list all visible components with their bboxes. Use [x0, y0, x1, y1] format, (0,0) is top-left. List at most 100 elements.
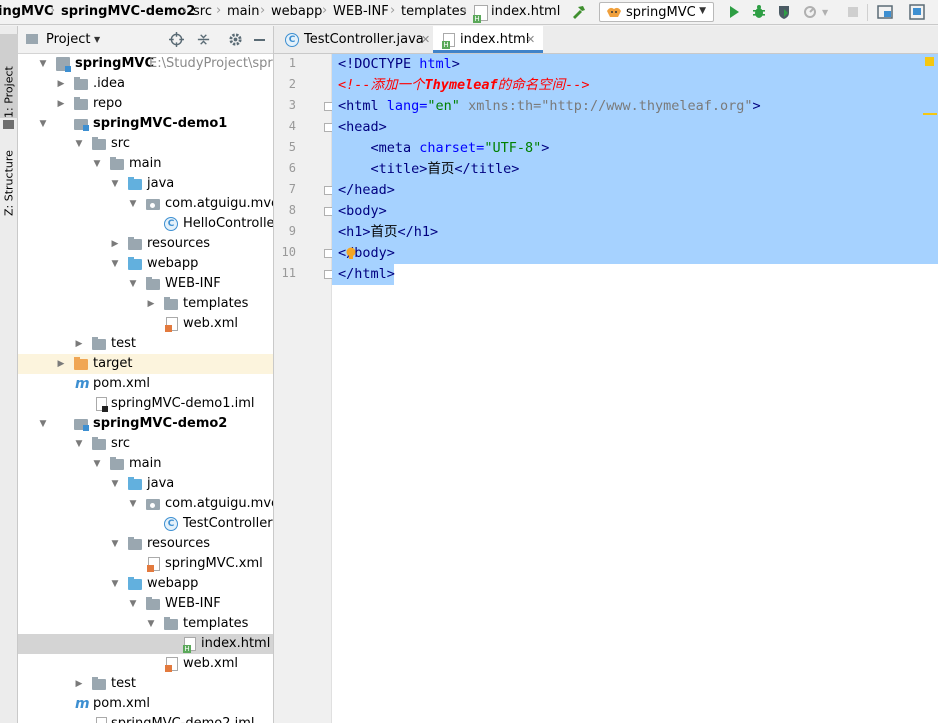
search-everywhere-icon[interactable]	[909, 4, 925, 20]
tree-item[interactable]: ▼ java	[18, 174, 273, 194]
breadcrumb-main[interactable]: main	[227, 4, 259, 19]
inspection-status-icon[interactable]	[925, 57, 934, 66]
tree-item[interactable]: ▶ target	[18, 354, 273, 374]
project-structure-icon[interactable]	[877, 4, 893, 20]
tree-item[interactable]: ▼ resources	[18, 534, 273, 554]
tree-item[interactable]: C HelloController	[18, 214, 273, 234]
tree-item[interactable]: ▼ src	[18, 134, 273, 154]
tree-item[interactable]: springMVC.xml	[18, 554, 273, 574]
breadcrumb-web-inf[interactable]: WEB-INF	[333, 4, 389, 19]
code-line: <meta charset="UTF-8">	[338, 138, 550, 159]
breadcrumb-file[interactable]: index.html	[491, 4, 560, 19]
chevron-right-icon[interactable]: ▶	[56, 74, 66, 94]
code-token: >	[752, 98, 761, 114]
tree-item[interactable]: ▼ src	[18, 434, 273, 454]
breadcrumb-project[interactable]: ingMVC	[0, 4, 54, 19]
tree-item-module[interactable]: ▼ springMVC-demo1	[18, 114, 273, 134]
tree-item[interactable]: ▼ webapp	[18, 254, 273, 274]
chevron-right-icon[interactable]: ▶	[56, 94, 66, 114]
tab-test-controller[interactable]: C TestController.java ✕	[280, 26, 430, 53]
chevron-down-icon[interactable]: ▼	[110, 574, 120, 594]
tree-item[interactable]: ▼ WEB-INF	[18, 274, 273, 294]
profile-icon[interactable]	[803, 4, 819, 20]
close-icon[interactable]: ✕	[526, 26, 535, 53]
chevron-right-icon[interactable]: ▶	[74, 334, 84, 354]
lightbulb-icon[interactable]	[345, 247, 357, 261]
breadcrumb-webapp[interactable]: webapp	[271, 4, 322, 19]
tree-item[interactable]: ▶ resources	[18, 234, 273, 254]
run-icon[interactable]	[726, 4, 742, 20]
code-editor[interactable]: 1 2 3 4 5 6 7 8 9 10 11 <!DOCTYPE html> …	[274, 54, 938, 723]
chevron-down-icon[interactable]: ▼	[38, 54, 48, 74]
tree-item[interactable]: ▼ main	[18, 454, 273, 474]
tree-item[interactable]: springMVC-demo2.iml	[18, 714, 273, 723]
chevron-down-icon[interactable]: ▼	[38, 114, 48, 134]
tree-item[interactable]: m pom.xml	[18, 374, 273, 394]
tree-item[interactable]: ▶ test	[18, 334, 273, 354]
tree-item[interactable]: ▼ templates	[18, 614, 273, 634]
build-hammer-icon[interactable]	[571, 4, 587, 20]
tree-item[interactable]: ▼ java	[18, 474, 273, 494]
minimize-icon[interactable]	[254, 39, 265, 41]
tree-item-label: pom.xml	[93, 376, 150, 391]
debug-icon[interactable]	[751, 4, 767, 20]
breadcrumb-src[interactable]: src	[193, 4, 212, 19]
run-configuration-select[interactable]: springMVC ▼	[599, 2, 714, 22]
chevron-down-icon[interactable]: ▼	[128, 594, 138, 614]
collapse-all-icon[interactable]	[196, 32, 211, 47]
error-stripe-marker[interactable]	[923, 113, 937, 115]
chevron-down-icon[interactable]: ▼	[128, 274, 138, 294]
gear-icon[interactable]	[228, 32, 243, 47]
chevron-right-icon[interactable]: ▶	[110, 234, 120, 254]
class-icon: C	[285, 33, 299, 47]
chevron-down-icon[interactable]: ▼	[110, 254, 120, 274]
close-icon[interactable]: ✕	[421, 26, 430, 53]
chevron-down-icon[interactable]: ▼	[128, 194, 138, 214]
chevron-down-icon[interactable]: ▼	[128, 494, 138, 514]
chevron-right-icon[interactable]: ▶	[146, 294, 156, 314]
chevron-right-icon[interactable]: ▶	[56, 354, 66, 374]
tree-item[interactable]: ▶ .idea	[18, 74, 273, 94]
chevron-down-icon[interactable]: ▼	[110, 174, 120, 194]
tool-tab-structure[interactable]: Z: Structure	[0, 146, 18, 216]
chevron-down-icon[interactable]: ▼	[38, 414, 48, 434]
tree-item[interactable]: web.xml	[18, 314, 273, 334]
chevron-down-icon[interactable]: ▼	[74, 134, 84, 154]
chevron-down-icon[interactable]: ▼	[92, 154, 102, 174]
tree-item[interactable]: m pom.xml	[18, 694, 273, 714]
tree-item[interactable]: ▼ com.atguigu.mvc.controller	[18, 194, 273, 214]
breadcrumb-templates[interactable]: templates	[401, 4, 466, 19]
tab-index-html[interactable]: index.html ✕	[433, 26, 543, 53]
toolbar-divider	[867, 4, 868, 21]
tree-item[interactable]: C TestController	[18, 514, 273, 534]
chevron-down-icon[interactable]: ▼	[74, 434, 84, 454]
tree-item[interactable]: ▼ main	[18, 154, 273, 174]
chevron-down-icon[interactable]: ▼	[94, 35, 100, 44]
tree-item[interactable]: web.xml	[18, 654, 273, 674]
tree-item[interactable]: ▶ test	[18, 674, 273, 694]
tree-item[interactable]: springMVC-demo1.iml	[18, 394, 273, 414]
stop-icon[interactable]	[845, 4, 861, 20]
crosshair-icon[interactable]	[169, 32, 184, 47]
tree-item[interactable]: ▼ webapp	[18, 574, 273, 594]
chevron-down-icon[interactable]: ▼	[822, 8, 828, 17]
tree-item-selected[interactable]: index.html	[18, 634, 273, 654]
tree-item[interactable]: ▼ com.atguigu.mvc.controller	[18, 494, 273, 514]
coverage-icon[interactable]	[776, 4, 792, 20]
tool-tab-project[interactable]: 1: Project	[0, 34, 18, 118]
folder-icon	[3, 120, 14, 129]
tree-item-module[interactable]: ▼ springMVC-demo2	[18, 414, 273, 434]
chevron-down-icon[interactable]: ▼	[146, 614, 156, 634]
line-number: 7	[288, 182, 296, 196]
tree-item[interactable]: ▼ WEB-INF	[18, 594, 273, 614]
tool-tab-project-label: 1: Project	[2, 66, 16, 118]
chevron-right-icon[interactable]: ▶	[74, 674, 84, 694]
project-view-selector[interactable]: Project	[46, 32, 90, 47]
tree-item[interactable]: ▶ templates	[18, 294, 273, 314]
tree-item-root[interactable]: ▼ springMVC E:\StudyProject\springMVC	[18, 54, 273, 74]
breadcrumb-module[interactable]: springMVC-demo2	[61, 4, 195, 19]
tree-item[interactable]: ▶ repo	[18, 94, 273, 114]
chevron-down-icon[interactable]: ▼	[110, 534, 120, 554]
chevron-down-icon[interactable]: ▼	[110, 474, 120, 494]
chevron-down-icon[interactable]: ▼	[92, 454, 102, 474]
